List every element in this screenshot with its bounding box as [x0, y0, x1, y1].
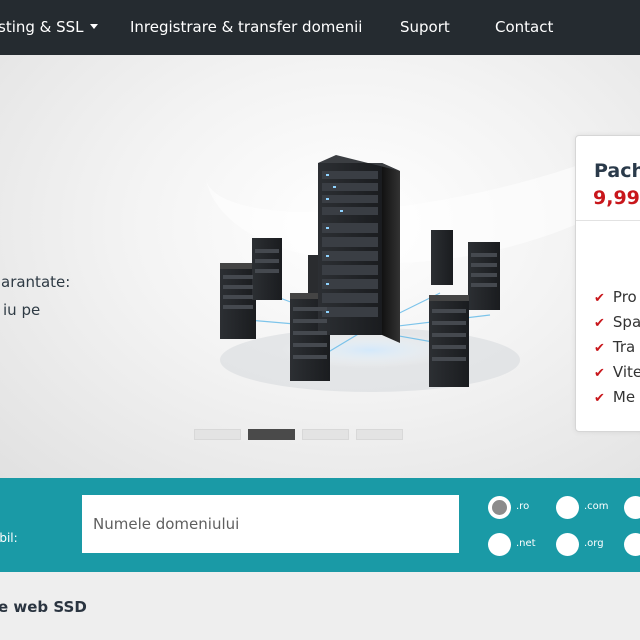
slider-dot[interactable]: [194, 429, 241, 440]
nav-item-support[interactable]: Suport: [400, 0, 450, 55]
feature-label: Me: [612, 388, 636, 406]
check-icon: ✔: [594, 391, 605, 406]
package-feature: ✔ Spa: [594, 310, 640, 334]
domain-search-band: ibil: .ro .com .net .org: [0, 478, 640, 572]
tld-label: .org: [584, 538, 604, 549]
package-title: Pach: [594, 160, 640, 182]
radio-icon[interactable]: [624, 533, 640, 556]
radio-icon[interactable]: [488, 533, 511, 556]
check-icon: ✔: [594, 291, 605, 306]
feature-label: Vite: [612, 363, 640, 381]
check-icon: ✔: [594, 316, 605, 331]
nav-item-domains[interactable]: Inregistrare & transfer domenii: [130, 0, 362, 55]
feature-label: Tra: [612, 338, 636, 356]
radio-checked-icon[interactable]: [488, 496, 511, 519]
package-feature: ✔ Tra: [594, 335, 635, 359]
feature-label: Pro: [612, 288, 637, 306]
slider-dot[interactable]: [302, 429, 349, 440]
slider-dot[interactable]: [356, 429, 403, 440]
tld-label: .net: [516, 538, 536, 549]
domain-availability-label: ibil:: [0, 531, 18, 545]
slider-dot-active[interactable]: [248, 429, 295, 440]
nav-item-hosting-ssl[interactable]: sting & SSL: [0, 0, 98, 55]
hero-text-line: arantate:: [1, 273, 71, 291]
radio-icon[interactable]: [556, 496, 579, 519]
tld-label: .com: [584, 501, 609, 512]
package-feature: ✔ Vite: [594, 360, 640, 384]
hosting-package-card: Pach 9,99 ✔Pro ✔Spa ✔Tra ✔Vite ✔Me Co: [575, 135, 640, 432]
nav-item-contact[interactable]: Contact: [495, 0, 553, 55]
hero-text-line: iu pe: [3, 301, 41, 319]
top-nav: sting & SSL Inregistrare & transfer dome…: [0, 0, 640, 55]
radio-icon[interactable]: [624, 496, 640, 519]
radio-icon[interactable]: [556, 533, 579, 556]
section-title: e web SSD: [0, 598, 87, 616]
package-feature: ✔ Me: [594, 385, 635, 409]
domain-name-input[interactable]: [82, 495, 459, 553]
nav-item-label: sting & SSL: [0, 18, 84, 36]
divider: [576, 220, 640, 221]
check-icon: ✔: [594, 366, 605, 381]
bottom-section: e web SSD: [0, 572, 640, 640]
check-icon: ✔: [594, 341, 605, 356]
hero-slider: arantate: iu pe Pach 9,99 ✔ Pro ✔ Spa ✔ …: [0, 55, 640, 478]
tld-label: .ro: [516, 501, 530, 512]
feature-label: Spa: [612, 313, 640, 331]
package-feature: ✔ Pro: [594, 285, 637, 309]
caret-down-icon: [89, 24, 98, 29]
server-network-illustration: [220, 155, 520, 392]
package-price: 9,99: [593, 187, 640, 209]
